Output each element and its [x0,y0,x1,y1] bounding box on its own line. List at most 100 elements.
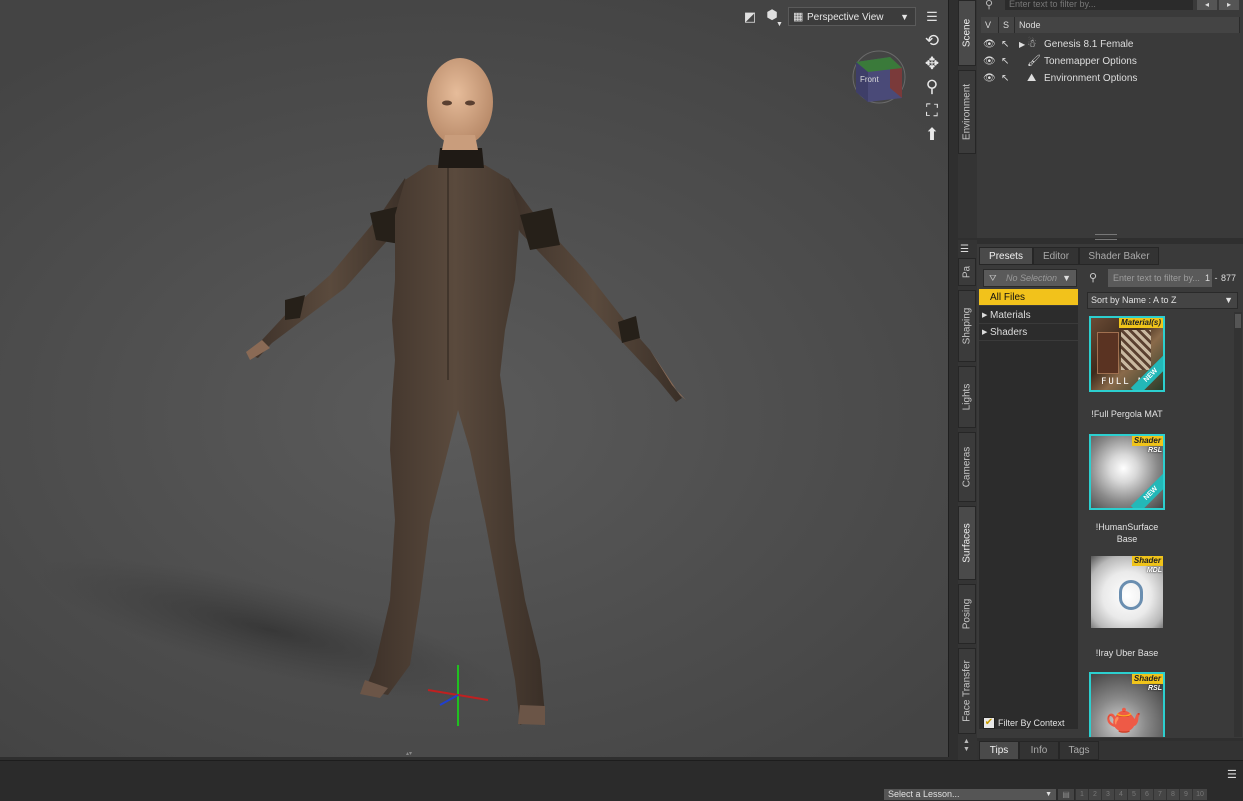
draw-style-icon[interactable]: ⬢ ▼ [764,7,783,28]
expand-icon[interactable]: ▶ [1019,36,1025,53]
eye-icon[interactable]: 👁 [983,70,996,87]
menu-icon[interactable]: ☰ [960,244,969,255]
lesson-select[interactable]: Select a Lesson... ▼ [884,789,1056,800]
lesson-step[interactable]: 7 [1153,789,1166,800]
scene-node-tonemapper[interactable]: 👁 ↖ 🖌 Tonemapper Options [977,53,1243,70]
next-icon[interactable]: ▸ [1219,0,1239,10]
preset-thumb-shader-rsl[interactable]: 🫖 Shader RSL [1089,672,1165,737]
figure-icon: ☃ [1027,38,1037,50]
chevron-down-icon: ▼ [900,12,909,22]
category-all-files[interactable]: All Files [979,289,1078,306]
grid-icon: ▦ [793,11,804,23]
sort-select[interactable]: Sort by Name : A to Z ▼ [1087,292,1238,309]
lesson-step[interactable]: 5 [1127,789,1140,800]
lesson-step[interactable]: 3 [1101,789,1114,800]
tab-lights[interactable]: Lights [958,366,976,428]
reset-view-icon[interactable]: ⬆ [921,124,943,146]
preset-label: !HumanSurface Base [1095,522,1159,544]
bottom-bar [0,760,1243,801]
tab-surfaces[interactable]: Surfaces [958,506,976,580]
scene-node-environment[interactable]: 👁 ↖ ⛰ Environment Options [977,70,1243,87]
tab-cameras[interactable]: Cameras [958,432,976,502]
tab-face-transfer[interactable]: Face Transfer [958,648,976,734]
eye-icon[interactable]: 👁 [983,53,996,70]
tab-tips[interactable]: Tips [979,741,1019,760]
tab-scene[interactable]: Scene [958,0,976,66]
pan-icon[interactable]: ✥ [921,53,943,75]
zoom-icon[interactable]: ⚲ [921,76,943,98]
scene-filter-input[interactable]: Enter text to filter by... [1005,0,1193,10]
category-shaders[interactable]: ▶ Shaders [979,324,1078,341]
figure-shadow [36,557,504,703]
lesson-list-icon[interactable]: ▤ [1058,789,1074,800]
scroll-tabs-icon[interactable]: ▲ ▼ [963,738,970,754]
preset-thumb-humansurface[interactable]: Shader RSL NEW [1089,434,1165,510]
pergola-post [1097,332,1119,374]
column-visible[interactable]: V [981,17,999,33]
category-materials[interactable]: ▶ Materials [979,307,1078,324]
lesson-step[interactable]: 1 [1075,789,1088,800]
scene-node-genesis[interactable]: 👁 ↖ ▶ ☃ Genesis 8.1 Female [977,36,1243,53]
preset-filter-input[interactable]: Enter text to filter by... [1108,269,1212,287]
expand-icon: ▶ [982,312,988,319]
viewport-scene [36,58,686,726]
tab-shaping[interactable]: Shaping [958,290,976,362]
column-selectable[interactable]: S [999,17,1015,33]
chevron-down-icon: ▼ [1045,791,1052,798]
cube-face-label: Front [860,75,879,84]
view-cube[interactable]: Front [850,48,908,106]
preset-grid: Material(s) FULL M NEW !Full Pergola MAT… [1087,312,1233,737]
menu-icon[interactable]: ☰ [1227,768,1237,781]
tab-presets[interactable]: Presets [979,247,1033,265]
filter-icon: ⛛ [989,273,997,283]
orbit-icon[interactable]: ⟲ [921,30,943,52]
viewport[interactable]: ◩ ⬢ ▼ ▦ Perspective View ▼ ☰ Front ⟲ ✥ ⚲ … [0,0,949,757]
tab-environment[interactable]: Environment [958,70,976,154]
pointer-icon[interactable]: ↖ [1001,70,1009,87]
scene-tab-strip: Scene Environment [958,0,977,238]
brush-icon: 🖌 [1027,55,1041,67]
tab-shader-baker[interactable]: Shader Baker [1079,247,1159,265]
lesson-step[interactable]: 8 [1166,789,1179,800]
view-select-label: Perspective View [807,12,884,23]
eye-icon[interactable]: 👁 [983,36,996,53]
landscape-icon: ⛰ [1027,72,1037,84]
selection-select[interactable]: ⛛ No Selection ▼ [983,269,1077,287]
tab-tags[interactable]: Tags [1059,741,1099,760]
filter-by-context-label: Filter By Context [998,718,1065,728]
lesson-step[interactable]: 9 [1179,789,1192,800]
search-icon: ⚲ [985,0,994,11]
expand-icon: ▶ [982,329,988,336]
pointer-icon[interactable]: ↖ [1001,53,1009,70]
lesson-step[interactable]: 4 [1114,789,1127,800]
viewport-splitter-handle[interactable]: ▴▾ [390,751,428,757]
chevron-down-icon: ▼ [1224,295,1233,305]
preset-label: !Full Pergola MAT [1091,409,1163,419]
pointer-icon[interactable]: ↖ [1001,36,1009,53]
frame-icon[interactable]: ⛶ [921,100,943,122]
tab-editor[interactable]: Editor [1033,247,1079,265]
preset-label: !Iray Uber Base [1095,648,1159,658]
scrollbar-thumb[interactable] [1235,314,1241,328]
preset-thumb-full-pergola[interactable]: Material(s) FULL M NEW [1089,316,1165,392]
lesson-step[interactable]: 10 [1192,789,1207,800]
prev-icon[interactable]: ◂ [1197,0,1217,10]
lesson-step[interactable]: 2 [1088,789,1101,800]
tab-posing[interactable]: Posing [958,584,976,644]
toggle-aux-icon[interactable]: ◩ [742,9,758,25]
preset-scrollbar[interactable] [1234,312,1242,737]
lesson-step[interactable]: 6 [1140,789,1153,800]
view-select[interactable]: ▦ Perspective View ▼ [788,7,916,26]
tab-parameters[interactable]: Pa [958,258,976,286]
result-count-separator: - [1212,273,1218,283]
category-list: All Files ▶ Materials ▶ Shaders [979,289,1078,729]
panel-splitter[interactable] [1095,234,1117,240]
filter-by-context-checkbox[interactable]: ✔ [983,717,995,729]
iray-logo-icon [1119,580,1143,610]
tab-info[interactable]: Info [1019,741,1059,760]
info-tabs: Tips Info Tags [977,741,1243,760]
preset-thumb-iray-uber[interactable]: Shader MDL [1089,554,1165,630]
search-icon: ⚲ [1089,272,1098,284]
column-node[interactable]: Node [1015,17,1240,33]
menu-icon[interactable]: ☰ [924,9,940,25]
